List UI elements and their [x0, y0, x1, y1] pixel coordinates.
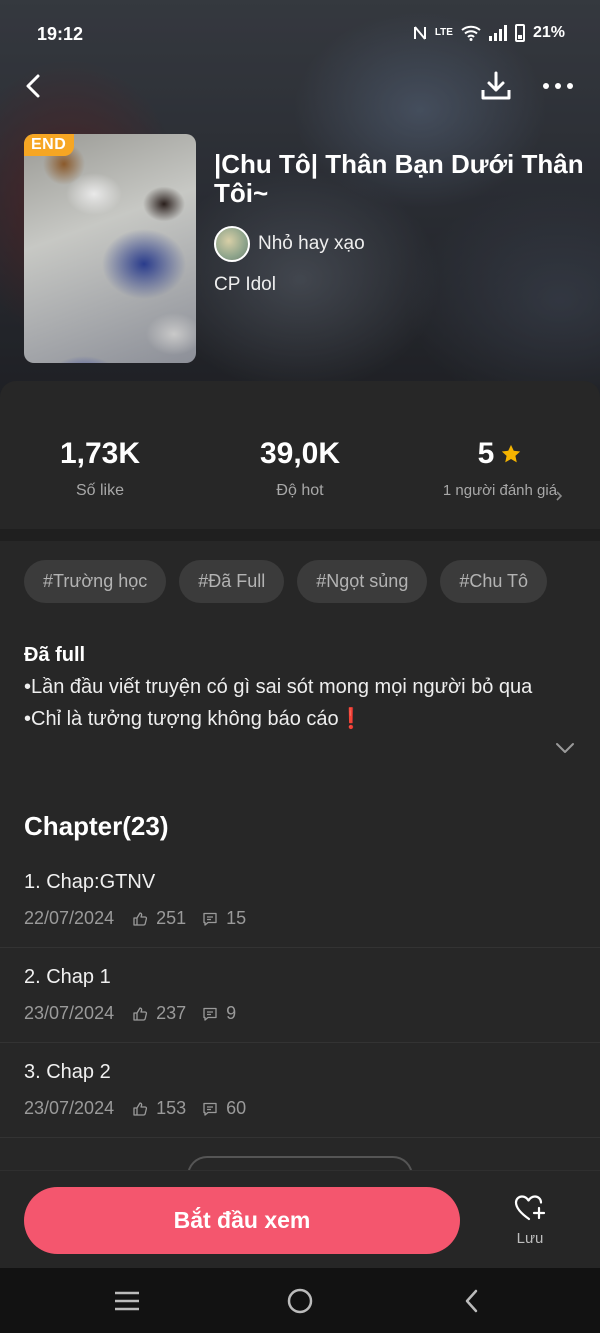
expand-chevron-icon[interactable]	[554, 741, 576, 755]
chapter-date: 23/07/2024	[24, 1003, 115, 1023]
action-bar: Bắt đầu xem Lưu	[0, 1170, 600, 1268]
chapter-comments-count: 60	[226, 1098, 247, 1118]
description-line: •Lần đầu viết truyện có gì sai sót mong …	[24, 676, 533, 698]
thumbs-up-icon	[133, 1006, 148, 1021]
chapter-comments: 9	[202, 1003, 236, 1024]
signal-icon	[488, 25, 507, 41]
home-circle-icon	[287, 1288, 313, 1314]
book-category[interactable]: CP Idol	[214, 274, 276, 296]
book-title: |Chu Tô| Thân Bạn Dưới Thân Tôi~	[214, 149, 584, 208]
chapter-likes: 153	[132, 1098, 186, 1119]
chapter-title: 1. Chap:GTNV	[24, 871, 156, 893]
system-back-button[interactable]	[452, 1284, 492, 1318]
star-icon	[502, 444, 521, 463]
likes-value: 1,73K	[59, 437, 141, 470]
recent-apps-button[interactable]	[107, 1284, 147, 1318]
download-button[interactable]	[478, 68, 514, 104]
section-divider	[0, 529, 600, 541]
tag-chip[interactable]: #Ngọt sủng	[297, 560, 428, 603]
chapter-item[interactable]: 1. Chap:GTNV 22/07/2024 251 15	[0, 853, 600, 948]
tag-chip[interactable]: #Trường học	[24, 560, 167, 603]
chapters-header: Chapter(23)	[24, 811, 169, 841]
chapter-date: 23/07/2024	[24, 1098, 115, 1118]
status-bar: 19:12 LTE 21%	[0, 0, 600, 66]
tag-chip[interactable]: #Chu Tô	[440, 560, 548, 603]
chapter-meta: 22/07/2024 251 15	[24, 908, 262, 929]
tag-chip[interactable]: #Đã Full	[179, 560, 285, 603]
wifi-icon	[461, 25, 481, 41]
battery-percent: 21%	[532, 24, 565, 41]
stat-hot: 39,0K Độ hot	[220, 437, 380, 500]
chapter-meta: 23/07/2024 237 9	[24, 1003, 252, 1024]
chapter-item[interactable]: 2. Chap 1 23/07/2024 237 9	[0, 948, 600, 1043]
lte-icon: LTE	[434, 27, 453, 38]
chevron-left-icon	[465, 1289, 478, 1313]
author-name: Nhỏ hay xạo	[258, 233, 365, 254]
save-button[interactable]: Lưu	[500, 1193, 560, 1253]
details-sheet: 1,73K Số like 39,0K Độ hot 5 1 người đán…	[0, 381, 600, 1281]
more-icon	[543, 83, 573, 89]
chapter-item[interactable]: 3. Chap 2 23/07/2024 153 60	[0, 1043, 600, 1138]
thumbs-up-icon	[133, 1101, 148, 1116]
system-nav-bar	[0, 1268, 600, 1333]
author-avatar	[214, 226, 250, 262]
book-cover[interactable]	[24, 134, 196, 363]
chapter-list: 1. Chap:GTNV 22/07/2024 251 15 2. Chap 1…	[0, 853, 600, 1138]
top-bar	[0, 66, 600, 106]
chevron-right-icon	[556, 491, 563, 501]
chapter-comments: 15	[202, 908, 246, 929]
start-reading-button[interactable]: Bắt đầu xem	[24, 1187, 460, 1254]
stats-row: 1,73K Số like 39,0K Độ hot 5 1 người đán…	[0, 381, 600, 529]
chapter-comments-count: 9	[226, 1003, 237, 1023]
comment-icon	[203, 1007, 217, 1021]
download-icon	[481, 71, 511, 100]
menu-icon	[115, 1291, 139, 1311]
more-options-button[interactable]	[540, 68, 576, 104]
status-icons: LTE 21%	[413, 24, 565, 42]
chapter-title: 2. Chap 1	[24, 966, 111, 988]
back-button[interactable]	[20, 68, 52, 104]
nfc-icon	[413, 26, 426, 40]
battery-icon	[514, 24, 525, 42]
likes-label: Số like	[75, 482, 125, 499]
chapter-comments-count: 15	[226, 908, 247, 928]
chapter-likes-count: 153	[156, 1098, 187, 1118]
description: Đã full •Lần đầu viết truyện có gì sai s…	[24, 639, 544, 735]
hot-label: Độ hot	[276, 482, 324, 499]
rating-value: 5	[477, 437, 495, 470]
chapter-title: 3. Chap 2	[24, 1061, 111, 1083]
status-time: 19:12	[37, 24, 84, 44]
chapter-likes-count: 237	[156, 1003, 187, 1023]
home-button[interactable]	[280, 1284, 320, 1318]
chapter-date: 22/07/2024	[24, 908, 115, 928]
comment-icon	[203, 912, 217, 926]
rating-value-wrap: 5	[420, 437, 580, 471]
chevron-left-icon	[26, 74, 40, 98]
chapter-comments: 60	[202, 1098, 246, 1119]
save-label: Lưu	[516, 1230, 544, 1247]
tag-list: #Trường học #Đã Full #Ngọt sủng #Chu Tô	[24, 560, 548, 603]
description-line: •Chỉ là tưởng tượng không báo cáo❗	[24, 708, 364, 730]
chapter-likes-count: 251	[156, 908, 187, 928]
description-title: Đã full	[24, 644, 86, 666]
stat-likes: 1,73K Số like	[20, 437, 180, 500]
end-badge: END	[24, 134, 75, 156]
chapter-likes: 251	[132, 908, 186, 929]
chapter-likes: 237	[132, 1003, 186, 1024]
author-link[interactable]: Nhỏ hay xạo	[214, 226, 365, 262]
heart-plus-icon	[514, 1195, 546, 1221]
thumbs-up-icon	[133, 911, 148, 926]
comment-icon	[203, 1102, 217, 1116]
hot-value: 39,0K	[259, 437, 341, 470]
chapter-meta: 23/07/2024 153 60	[24, 1098, 262, 1119]
